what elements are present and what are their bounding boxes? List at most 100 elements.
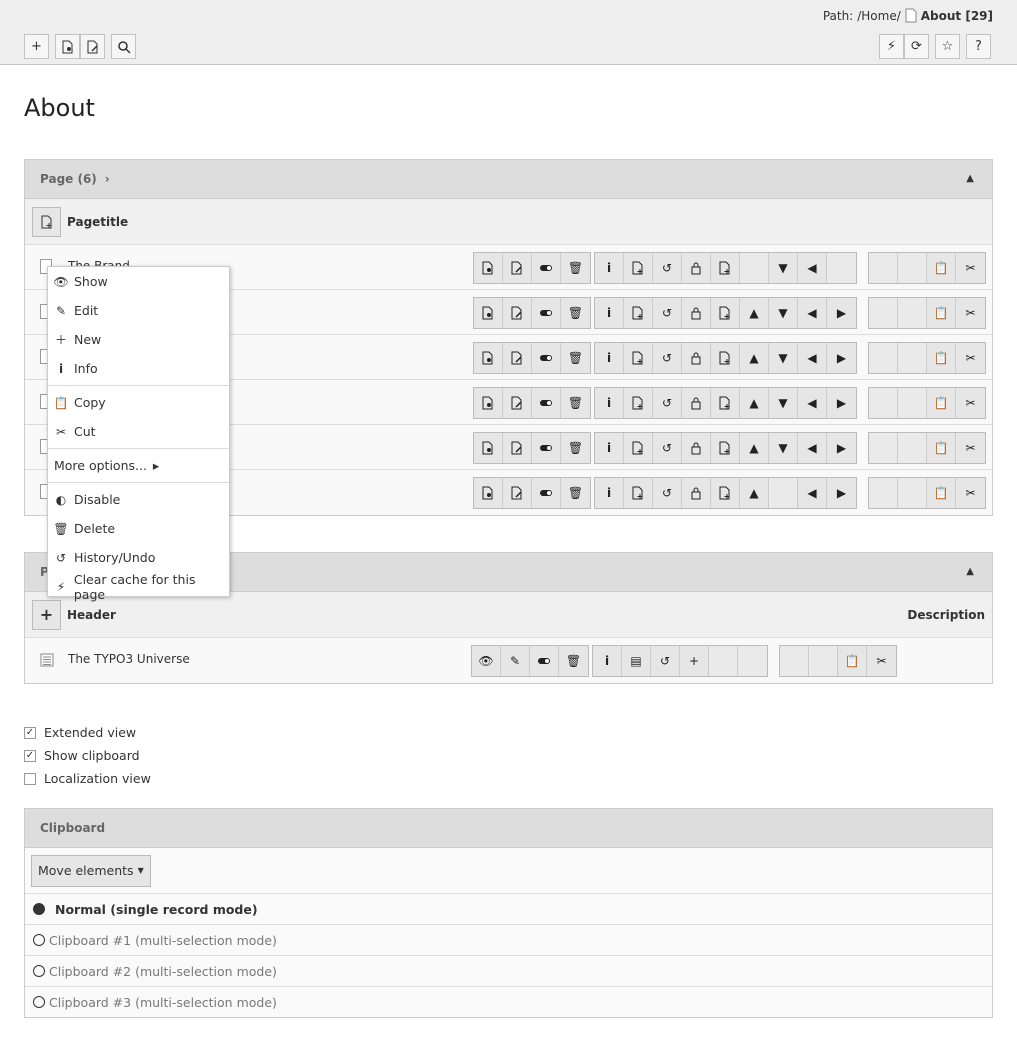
menu-item-edit[interactable]: ✎ Edit [48,296,229,325]
clipboard-icon[interactable]: 📋 [838,646,867,676]
radio-unchecked-icon[interactable] [33,965,45,977]
history-icon[interactable]: ↺ [653,253,682,283]
arrow-right-icon[interactable]: ▶ [827,478,856,508]
menu-item-more-options[interactable]: More options... ▸ [48,451,229,480]
new-page-icon[interactable] [624,388,653,418]
lock-icon[interactable] [682,253,711,283]
plus-icon[interactable]: + [680,646,709,676]
clipboard-icon[interactable]: 📋 [927,478,956,508]
extended-view-option[interactable]: ✓ Extended view [24,721,151,744]
radio-unchecked-icon[interactable] [33,996,45,1008]
menu-item-disable[interactable]: ◐ Disable [48,485,229,514]
new-page-after-icon[interactable] [711,478,740,508]
scissors-icon[interactable]: ✂ [956,478,985,508]
arrow-down-icon[interactable]: ▼ [769,388,798,418]
lock-icon[interactable] [682,433,711,463]
info-icon[interactable]: i [595,343,624,373]
menu-item-history-undo[interactable]: ↺ History/Undo [48,543,229,572]
new-page-after-icon[interactable] [711,253,740,283]
arrow-right-icon[interactable]: ▶ [827,433,856,463]
lock-icon[interactable] [682,298,711,328]
trash-icon[interactable]: 🗑 [561,478,590,508]
edit-page-icon[interactable] [503,343,532,373]
new-button[interactable]: + [24,34,49,59]
new-page-button[interactable] [32,206,61,237]
scissors-icon[interactable]: ✂ [956,343,985,373]
content-title[interactable]: The TYPO3 Universe [68,652,190,666]
menu-item-cut[interactable]: ✂ Cut [48,417,229,446]
new-page-after-icon[interactable] [711,343,740,373]
arrow-left-icon[interactable]: ◀ [798,343,827,373]
clipboard-mode-option[interactable]: Clipboard #3 (multi-selection mode) [25,986,992,1017]
history-icon[interactable]: ↺ [651,646,680,676]
menu-item-clear-cache-for-this-page[interactable]: ⚡ Clear cache for this page [48,572,229,602]
toggle-icon[interactable] [530,646,559,676]
reload-button[interactable]: ⟳ [904,34,929,59]
arrow-left-icon[interactable]: ◀ [798,253,827,283]
checkbox-checked[interactable]: ✓ [24,726,36,739]
view-page-icon[interactable] [474,433,503,463]
clipboard-icon[interactable]: 📋 [927,253,956,283]
new-page-icon[interactable] [624,298,653,328]
arrow-right-icon[interactable]: ▶ [827,388,856,418]
show-clipboard-option[interactable]: ✓ Show clipboard [24,744,151,767]
clipboard-mode-option[interactable]: Clipboard #1 (multi-selection mode) [25,924,992,955]
pages-panel-header[interactable]: Page (6) › ▲ [25,160,992,199]
lock-icon[interactable] [682,388,711,418]
radio-checked-icon[interactable] [33,903,45,915]
arrow-up-icon[interactable]: ▲ [740,298,769,328]
checkbox-checked[interactable]: ✓ [24,749,36,762]
new-page-after-icon[interactable] [711,433,740,463]
arrow-down-icon[interactable]: ▼ [769,298,798,328]
trash-icon[interactable]: 🗑 [559,646,588,676]
info-icon[interactable]: i [595,388,624,418]
arrow-right-icon[interactable]: ▶ [827,298,856,328]
arrow-left-icon[interactable]: ◀ [798,298,827,328]
edit-page-icon[interactable] [503,433,532,463]
history-icon[interactable]: ↺ [653,478,682,508]
menu-item-copy[interactable]: 📋 Copy [48,388,229,417]
toggle-icon[interactable] [532,343,561,373]
history-icon[interactable]: ↺ [653,343,682,373]
view-page-icon[interactable] [474,388,503,418]
scissors-icon[interactable]: ✂ [956,388,985,418]
new-page-after-icon[interactable] [711,298,740,328]
path-value[interactable]: /Home/ [857,9,901,23]
arrow-left-icon[interactable]: ◀ [798,478,827,508]
copy-record-icon[interactable]: ▤ [622,646,651,676]
menu-item-show[interactable]: 👁 Show [48,267,229,296]
scissors-icon[interactable]: ✂ [956,253,985,283]
new-page-icon[interactable] [624,478,653,508]
info-icon[interactable]: i [593,646,622,676]
arrow-up-icon[interactable]: ▲ [740,388,769,418]
view-page-icon[interactable] [474,478,503,508]
arrow-down-icon[interactable]: ▼ [769,433,798,463]
clipboard-mode-option[interactable]: Clipboard #2 (multi-selection mode) [25,955,992,986]
bookmark-button[interactable]: ☆ [935,34,960,59]
lock-icon[interactable] [682,478,711,508]
arrow-down-icon[interactable]: ▼ [769,343,798,373]
view-page-icon[interactable] [474,298,503,328]
search-button[interactable] [111,34,136,59]
menu-item-info[interactable]: i Info [48,354,229,383]
chevron-up-icon[interactable]: ▲ [966,173,974,184]
arrow-right-icon[interactable]: ▶ [827,343,856,373]
radio-unchecked-icon[interactable] [33,934,45,946]
eye-icon[interactable]: 👁 [472,646,501,676]
chevron-up-icon[interactable]: ▲ [966,566,974,577]
info-icon[interactable]: i [595,298,624,328]
toggle-icon[interactable] [532,388,561,418]
edit-page-icon[interactable] [503,253,532,283]
toggle-icon[interactable] [532,433,561,463]
edit-page-icon[interactable] [503,298,532,328]
history-icon[interactable]: ↺ [653,298,682,328]
clipboard-icon[interactable]: 📋 [927,433,956,463]
trash-icon[interactable]: 🗑 [561,298,590,328]
arrow-left-icon[interactable]: ◀ [798,433,827,463]
clear-cache-button[interactable]: ⚡ [879,34,904,59]
new-page-icon[interactable] [624,433,653,463]
scissors-icon[interactable]: ✂ [956,298,985,328]
view-button[interactable] [55,34,80,59]
menu-item-delete[interactable]: 🗑 Delete [48,514,229,543]
new-content-button[interactable]: + [32,599,61,630]
